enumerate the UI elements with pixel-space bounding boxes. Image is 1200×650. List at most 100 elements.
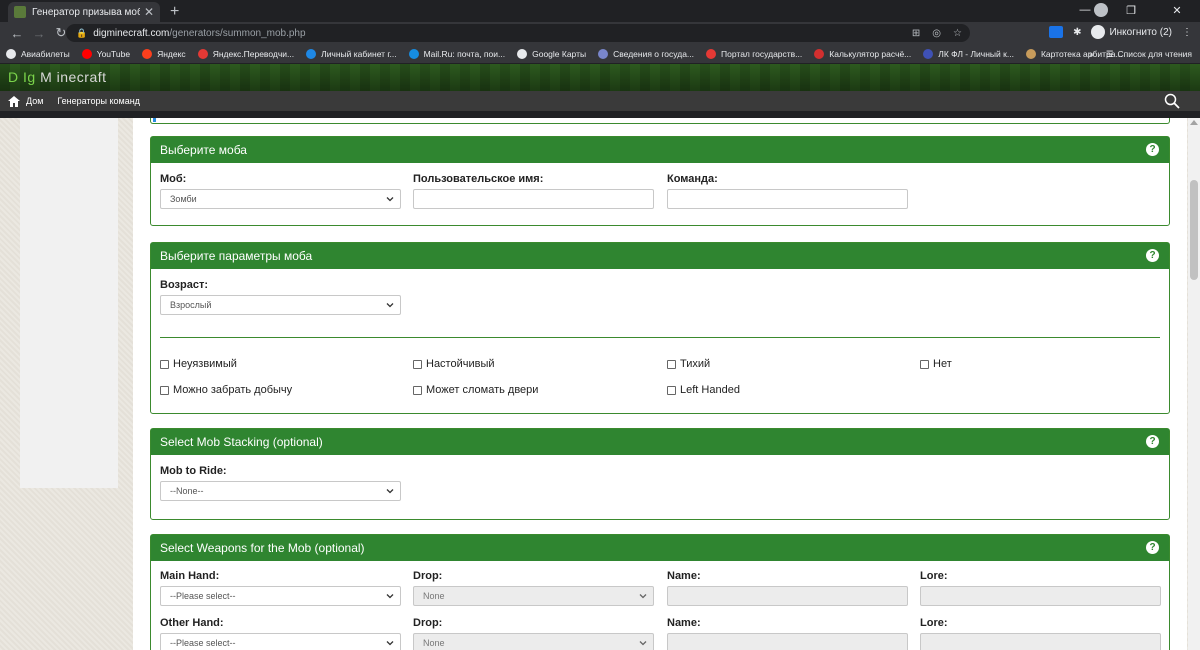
other-drop-select[interactable]: None (413, 633, 654, 650)
page-scrollbar[interactable] (1188, 118, 1200, 650)
home-icon[interactable] (8, 95, 20, 107)
translate-icon[interactable]: ⊞ (912, 28, 920, 39)
tab-close-icon[interactable]: ✕ (144, 5, 154, 19)
reading-list[interactable]: ☰ Список для чтения (1106, 49, 1192, 60)
checkbox-label: Нет (933, 358, 952, 370)
minimize-icon[interactable]: — (1062, 4, 1108, 16)
chevron-down-icon (639, 641, 647, 646)
checkbox-box[interactable] (160, 385, 169, 395)
bookmark-favicon-icon (706, 48, 717, 59)
mob-to-ride-select[interactable]: --None-- (160, 481, 401, 501)
incognito-icon (1091, 25, 1106, 39)
address-bar[interactable]: 🔒 digminecraft.com /generators/summon_mo… (66, 24, 970, 42)
bookmark-item[interactable]: Авиабилеты (6, 48, 70, 59)
main-drop-value: None (423, 591, 445, 601)
bookmark-item[interactable]: ЛК ФЛ - Личный к... (923, 48, 1014, 59)
bookmark-favicon-icon (142, 48, 153, 59)
search-icon[interactable] (1164, 93, 1180, 109)
bookmark-item[interactable]: Mail.Ru: почта, пои... (408, 48, 505, 59)
bookmark-item[interactable]: Google Карты (517, 48, 587, 59)
bookmark-label: YouTube (96, 48, 131, 59)
checkbox-box[interactable] (413, 385, 422, 395)
main-name-input[interactable] (667, 586, 908, 606)
bookmark-item[interactable]: YouTube (81, 48, 131, 59)
bookmark-favicon-icon (1025, 48, 1036, 59)
help-icon[interactable]: ? (1146, 541, 1159, 554)
bookmark-label: Личный кабинет г... (321, 48, 397, 59)
browser-tab-active[interactable]: Генератор призыва мобов (Java ✕ (8, 2, 160, 22)
checkbox-label: Left Handed (680, 384, 740, 396)
checkbox-box[interactable] (160, 359, 169, 369)
other-name-input[interactable] (667, 633, 908, 650)
bookmark-favicon-icon (517, 48, 528, 59)
url-host: digminecraft.com (93, 27, 170, 39)
logo-minecraft: M inecraft (35, 69, 107, 85)
bookmark-label: Сведения о госуда... (613, 48, 695, 59)
other-lore-input[interactable] (920, 633, 1161, 650)
tab-title: Генератор призыва мобов (Java (32, 6, 140, 18)
main-lore-input[interactable] (920, 586, 1161, 606)
extension-icon[interactable] (1049, 26, 1064, 38)
main-drop-select[interactable]: None (413, 586, 654, 606)
main-drop-label: Drop: (413, 570, 443, 582)
chevron-down-icon (386, 197, 394, 202)
help-icon[interactable]: ? (1146, 435, 1159, 448)
main-hand-select[interactable]: --Please select-- (160, 586, 401, 606)
new-tab-icon[interactable]: + (170, 2, 179, 22)
checkbox-box[interactable] (667, 385, 676, 395)
bookmark-favicon-icon (6, 48, 16, 59)
help-icon[interactable]: ? (1146, 249, 1159, 262)
checkbox-box[interactable] (667, 359, 676, 369)
checkbox-left-handed[interactable]: Left Handed (667, 384, 740, 396)
checkbox-can-pick-up-loot[interactable]: Можно забрать добычу (160, 384, 292, 396)
bookmark-label: Google Карты (532, 48, 587, 59)
window-close-icon[interactable]: ✕ (1154, 4, 1200, 17)
command-input[interactable] (667, 189, 908, 209)
bookmark-item[interactable]: Портал государств... (706, 48, 802, 59)
bookmark-favicon-icon (814, 48, 825, 59)
other-hand-value: --Please select-- (170, 638, 236, 648)
site-logo[interactable]: D Ig M inecraft (8, 69, 107, 85)
other-hand-select[interactable]: --Please select-- (160, 633, 401, 650)
custom-name-input[interactable] (413, 189, 654, 209)
nav-home[interactable]: Дом (26, 96, 43, 106)
bookmark-favicon-icon (408, 48, 419, 59)
bookmark-item[interactable]: Личный кабинет г... (306, 48, 397, 59)
mob-to-ride-label: Mob to Ride: (160, 465, 227, 477)
mob-select[interactable]: Зомби (160, 189, 401, 209)
checkbox-silent[interactable]: Тихий (667, 358, 710, 370)
scrollbar-thumb[interactable] (1190, 180, 1198, 280)
other-name-label: Name: (667, 617, 701, 629)
help-icon[interactable]: ? (1146, 143, 1159, 156)
chevron-down-icon (386, 594, 394, 599)
eye-off-icon[interactable]: ◎ (932, 28, 941, 39)
bookmark-favicon-icon (306, 48, 317, 59)
checkbox-box[interactable] (413, 359, 422, 369)
checkbox-invulnerable[interactable]: Неуязвимый (160, 358, 237, 370)
forward-icon[interactable]: → (28, 26, 50, 41)
back-icon[interactable]: ← (6, 26, 28, 41)
bookmark-item[interactable]: Яндекс (142, 48, 186, 59)
bookmarks-more-icon[interactable]: » (1089, 49, 1094, 59)
scroll-up-icon[interactable] (1190, 120, 1198, 125)
checkbox-persistent[interactable]: Настойчивый (413, 358, 495, 370)
menu-kebab-icon[interactable]: ⋮ (1182, 27, 1192, 38)
bookmark-favicon-icon (81, 48, 92, 59)
star-icon[interactable]: ☆ (953, 28, 962, 39)
generator-content: Выберите моба ? Моб: Зомби Пользовательс… (133, 118, 1187, 650)
other-lore-label: Lore: (920, 617, 948, 629)
incognito-profile[interactable]: Инкогнито (2) (1091, 25, 1172, 39)
custom-name-label: Пользовательское имя: (413, 173, 544, 185)
nav-generators[interactable]: Генераторы команд (57, 96, 140, 106)
bookmark-item[interactable]: Яндекс.Переводчи... (197, 48, 294, 59)
checkbox-box[interactable] (920, 359, 929, 369)
bookmark-item[interactable]: Сведения о госуда... (598, 48, 695, 59)
bookmarks-bar: Авиабилеты YouTube Яндекс Яндекс.Переводчи.… (0, 44, 1200, 64)
restore-icon[interactable]: ❐ (1108, 4, 1154, 17)
puzzle-icon[interactable]: ✱ (1073, 27, 1081, 38)
bookmark-item[interactable]: Калькулятор расчё... (814, 48, 911, 59)
checkbox-no-ai[interactable]: Нет (920, 358, 952, 370)
site-banner: D Ig M inecraft (0, 64, 1200, 91)
age-select[interactable]: Взрослый (160, 295, 401, 315)
checkbox-can-break-doors[interactable]: Может сломать двери (413, 384, 538, 396)
